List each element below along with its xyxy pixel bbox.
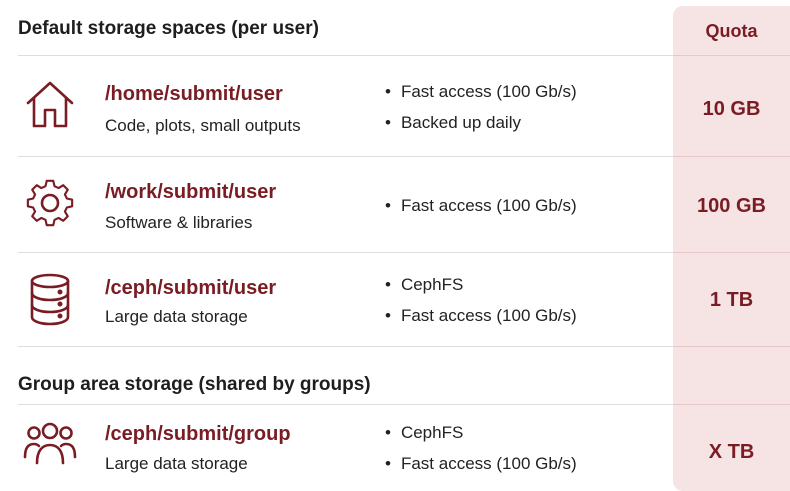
quota-value: 1 TB [709, 289, 754, 311]
feature-list: CephFS Fast access (100 Gb/s) [385, 417, 577, 479]
quota-value: 10 GB [702, 98, 761, 120]
database-icon [22, 271, 78, 327]
quota-value: 100 GB [697, 195, 766, 217]
quota-column-header: Quota [705, 21, 758, 41]
storage-row-ceph-user: /ceph/submit/user Large data storage Cep… [0, 253, 790, 346]
feature-item: CephFS [385, 269, 577, 300]
house-icon [22, 76, 78, 132]
group-users-icon [22, 417, 78, 473]
storage-description: Code, plots, small outputs [105, 116, 301, 135]
storage-row-home: /home/submit/user Code, plots, small out… [0, 56, 790, 156]
storage-description: Software & libraries [105, 213, 253, 232]
divider [673, 346, 790, 347]
gear-icon [22, 175, 78, 231]
feature-item: Fast access (100 Gb/s) [385, 76, 577, 107]
feature-item: Fast access (100 Gb/s) [385, 190, 577, 221]
feature-item: Backed up daily [385, 107, 577, 138]
storage-description: Large data storage [105, 454, 248, 473]
storage-row-ceph-group: /ceph/submit/group Large data storage Ce… [0, 405, 790, 491]
feature-item: CephFS [385, 417, 577, 448]
quota-value: X TB [708, 441, 755, 463]
section-title-group-storage: Group area storage (shared by groups) [18, 374, 371, 395]
storage-path: /ceph/submit/user [105, 277, 277, 299]
section-title-default-storage: Default storage spaces (per user) [18, 18, 319, 39]
storage-path: /ceph/submit/group [105, 423, 291, 445]
storage-row-work: /work/submit/user Software & libraries F… [0, 157, 790, 252]
feature-item: Fast access (100 Gb/s) [385, 300, 577, 331]
divider [18, 346, 673, 347]
storage-path: /work/submit/user [105, 181, 277, 203]
storage-description: Large data storage [105, 307, 248, 326]
feature-list: CephFS Fast access (100 Gb/s) [385, 269, 577, 331]
storage-path: /home/submit/user [105, 83, 283, 105]
feature-list: Fast access (100 Gb/s) [385, 190, 577, 221]
feature-item: Fast access (100 Gb/s) [385, 448, 577, 479]
feature-list: Fast access (100 Gb/s) Backed up daily [385, 76, 577, 138]
